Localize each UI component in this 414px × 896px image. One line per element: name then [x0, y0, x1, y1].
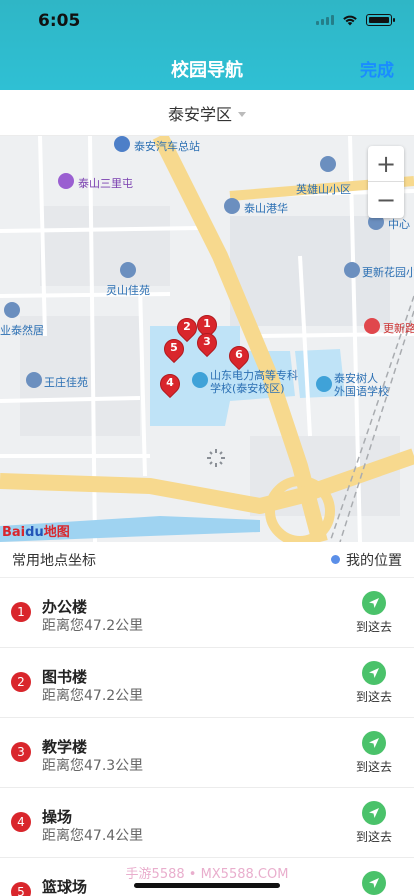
residence-icon [26, 372, 42, 388]
battery-icon [366, 14, 395, 26]
map-label-zhongxin: 中心 [388, 218, 410, 231]
screen: 6:05 校园导航 完成 泰安学区 泰安汽车总站 泰山三里屯 英雄山小区 泰山港… [0, 0, 414, 896]
map-label-bus-station: 泰安汽车总站 [134, 140, 200, 153]
list-item[interactable]: 4 操场 距离您47.4公里 到这去 [0, 788, 414, 858]
navigate-button[interactable]: 到这去 [354, 591, 394, 635]
item-name: 操场 [42, 808, 73, 826]
hospital-icon [364, 318, 380, 334]
item-number: 3 [11, 742, 31, 762]
zoom-controls: + − [368, 146, 404, 218]
map-marker-4[interactable]: 4 [155, 369, 185, 399]
item-distance: 距离您47.2公里 [42, 618, 144, 634]
navigation-arrow-icon [362, 661, 386, 685]
nav-header: 6:05 校园导航 完成 [0, 0, 414, 90]
map-label-yingxiong: 英雄山小区 [296, 183, 351, 196]
baidu-map-logo: Baidu地图 [2, 525, 70, 540]
item-number: 1 [11, 602, 31, 622]
residence-icon [320, 156, 336, 172]
map-label-college: 山东电力高等专科 学校(泰安校区) [210, 369, 298, 395]
map-label-ganghua: 泰山港华 [244, 202, 288, 215]
school-icon [192, 372, 208, 388]
status-icons [316, 14, 395, 26]
map-label-tairan: 业泰然居 [0, 324, 44, 337]
map-label-wangzhuang: 王庄佳苑 [44, 376, 88, 389]
campus-selector[interactable]: 泰安学区 [0, 90, 414, 136]
item-name: 办公楼 [42, 598, 88, 616]
chevron-down-icon [238, 111, 246, 117]
item-name: 图书楼 [42, 668, 88, 686]
map-marker-6[interactable]: 6 [224, 341, 254, 371]
map-marker-3[interactable]: 3 [192, 328, 222, 358]
campus-map[interactable]: 泰安汽车总站 泰山三里屯 英雄山小区 泰山港华 中心 灵山佳苑 更新花园小 业泰… [0, 136, 414, 542]
list-item[interactable]: 2 图书楼 距离您47.2公里 到这去 [0, 648, 414, 718]
list-item[interactable]: 3 教学楼 距离您47.3公里 到这去 [0, 718, 414, 788]
watermark: 手游5588 • MX5588.COM [125, 867, 289, 882]
navigation-arrow-icon [362, 731, 386, 755]
residence-icon [344, 262, 360, 278]
zoom-in-button[interactable]: + [368, 146, 404, 182]
navigation-arrow-icon [362, 591, 386, 615]
locations-list: 1 办公楼 距离您47.2公里 到这去 2 图书楼 距离您47.2公里 到这去 … [0, 578, 414, 896]
residence-icon [120, 262, 136, 278]
location-dot-icon [331, 555, 340, 564]
item-number: 2 [11, 672, 31, 692]
navigate-button[interactable]: 到这去 [354, 801, 394, 845]
map-label-sanlitun: 泰山三里屯 [78, 177, 133, 190]
map-label-lingshan: 灵山佳苑 [106, 284, 150, 297]
cellular-icon [316, 15, 334, 25]
gas-icon [224, 198, 240, 214]
home-indicator[interactable] [134, 883, 280, 888]
item-distance: 距离您47.3公里 [42, 758, 144, 774]
map-marker-5[interactable]: 5 [159, 334, 189, 364]
map-label-foreign-school: 泰安树人 外国语学校 [334, 372, 389, 398]
status-time: 6:05 [38, 11, 81, 31]
shopping-icon [58, 173, 74, 189]
done-button[interactable]: 完成 [360, 56, 394, 81]
item-name: 教学楼 [42, 738, 88, 756]
campus-label: 泰安学区 [167, 104, 232, 124]
item-number: 4 [11, 812, 31, 832]
school-icon [316, 376, 332, 392]
page-title: 校园导航 [171, 60, 243, 81]
map-label-gengxin-road: 更新路 [383, 322, 414, 335]
item-distance: 距离您47.4公里 [42, 828, 144, 844]
bus-station-icon [114, 136, 130, 152]
item-number: 5 [11, 882, 31, 896]
wifi-icon [343, 15, 357, 26]
item-distance: 距离您47.2公里 [42, 688, 144, 704]
zoom-out-button[interactable]: − [368, 182, 404, 218]
list-item[interactable]: 1 办公楼 距离您47.2公里 到这去 [0, 578, 414, 648]
navigation-arrow-icon [362, 801, 386, 825]
residence-icon [4, 302, 20, 318]
navigate-button[interactable]: 到这去 [354, 661, 394, 705]
my-position-legend[interactable]: 我的位置 [331, 550, 402, 570]
map-label-gengxin: 更新花园小 [362, 266, 414, 279]
locations-title: 常用地点坐标 [12, 552, 96, 569]
locations-header: 常用地点坐标 我的位置 [0, 542, 414, 578]
navigate-button[interactable]: 到这去 [354, 731, 394, 775]
